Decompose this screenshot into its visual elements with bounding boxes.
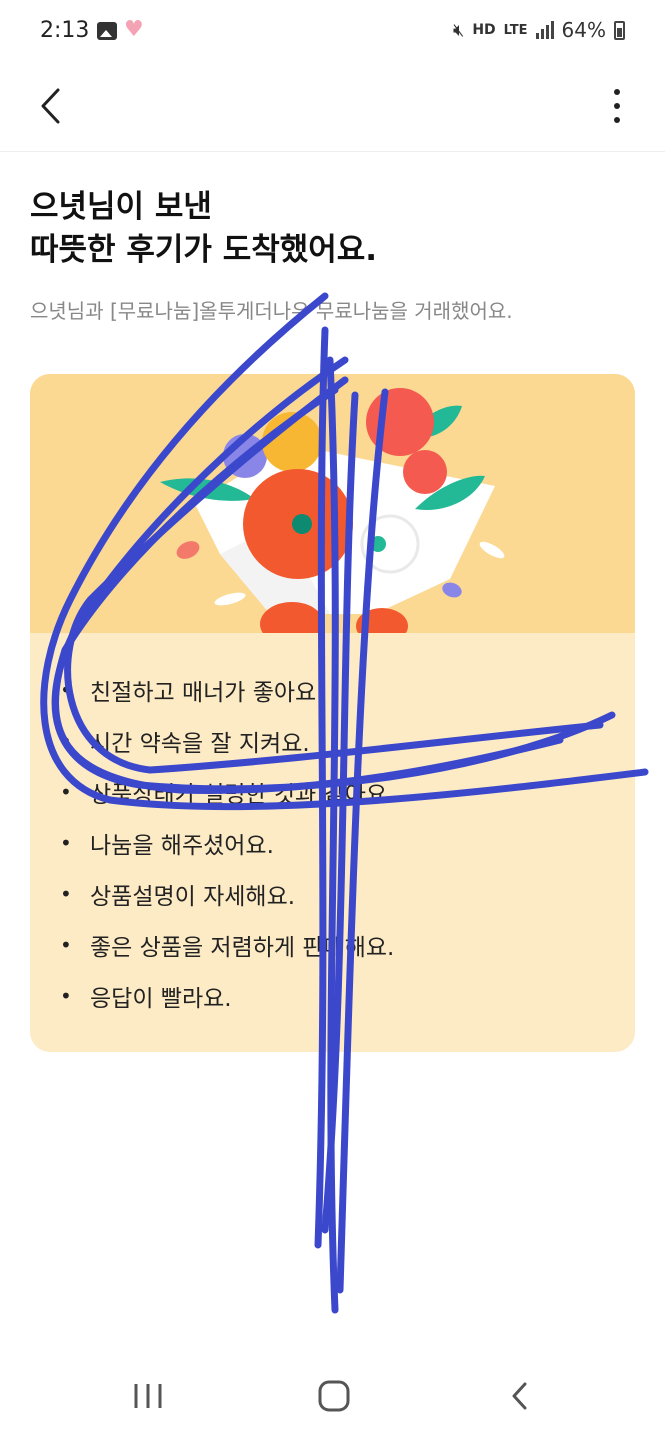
- gallery-icon: [97, 22, 117, 40]
- bullet: •: [60, 983, 72, 1008]
- page-title: 으녓님이 보낸 따뜻한 후기가 도착했어요.: [30, 186, 377, 272]
- home-icon: [318, 1380, 350, 1412]
- bullet: •: [60, 830, 72, 855]
- review-list: • 친절하고 매너가 좋아요. • 시간 약속을 잘 지켜요. • 상품상태가 설명한…: [60, 664, 394, 1021]
- bullet: •: [60, 779, 72, 804]
- page-title-line2: 따뜻한 후기가 도착했어요.: [30, 232, 378, 268]
- back-icon: [512, 1382, 527, 1410]
- flower-bouquet-illustration: [30, 374, 635, 646]
- heart-icon: ♥: [124, 17, 144, 42]
- list-item: • 좋은 상품을 저렴하게 판매해요.: [60, 919, 394, 970]
- navigation-bar: [0, 1352, 665, 1440]
- status-time: 2:13: [40, 18, 90, 43]
- list-item: • 친절하고 매너가 좋아요.: [60, 664, 394, 715]
- bullet: •: [60, 677, 72, 702]
- mute-icon: 🔇︎: [452, 19, 465, 41]
- page-title-line1: 으녓님이 보낸: [30, 189, 212, 225]
- battery-percent: 64%: [561, 18, 606, 42]
- list-item: • 나눔을 해주셨어요.: [60, 817, 394, 868]
- recent-apps-icon: [134, 1384, 162, 1408]
- list-item: • 상품상태가 설명한 것과 같아요.: [60, 766, 394, 817]
- bullet: •: [60, 881, 72, 906]
- review-text: 친절하고 매너가 좋아요.: [90, 679, 324, 706]
- review-text: 상품설명이 자세해요.: [90, 883, 296, 910]
- bullet: •: [60, 728, 72, 753]
- review-text: 응답이 빨라요.: [90, 985, 232, 1012]
- status-indicators: 🔇︎ HD LTE 64%: [453, 18, 625, 42]
- more-options-button[interactable]: [593, 82, 641, 130]
- list-item: • 응답이 빨라요.: [60, 970, 394, 1021]
- review-text: 상품상태가 설명한 것과 같아요.: [90, 781, 395, 808]
- hd-voice-indicator: HD: [472, 22, 496, 38]
- trade-description: 으녓님과 [무료나눔]올투게더나우 무료나눔을 거래했어요.: [30, 299, 513, 323]
- list-item: • 시간 약속을 잘 지켜요.: [60, 715, 394, 766]
- lte-indicator: LTE: [503, 22, 528, 38]
- recent-apps-button[interactable]: [128, 1380, 168, 1412]
- system-back-button[interactable]: [500, 1376, 540, 1416]
- review-card: • 친절하고 매너가 좋아요. • 시간 약속을 잘 지켜요. • 상품상태가 설명한…: [30, 374, 635, 1052]
- home-button[interactable]: [314, 1376, 354, 1416]
- battery-icon: [614, 20, 625, 40]
- chevron-left-icon: [41, 88, 60, 124]
- bullet: •: [60, 932, 72, 957]
- review-text: 시간 약속을 잘 지켜요.: [90, 730, 310, 757]
- review-text: 좋은 상품을 저렴하게 판매해요.: [90, 934, 395, 961]
- signal-icon: [535, 21, 554, 39]
- more-vertical-icon: [614, 89, 620, 123]
- app-bar: [0, 64, 665, 152]
- review-text: 나눔을 해주셨어요.: [90, 832, 274, 859]
- back-button[interactable]: [30, 82, 78, 130]
- list-item: • 상품설명이 자세해요.: [60, 868, 394, 919]
- status-bar: 2:13 ♥ 🔇︎ HD LTE 64%: [0, 0, 665, 64]
